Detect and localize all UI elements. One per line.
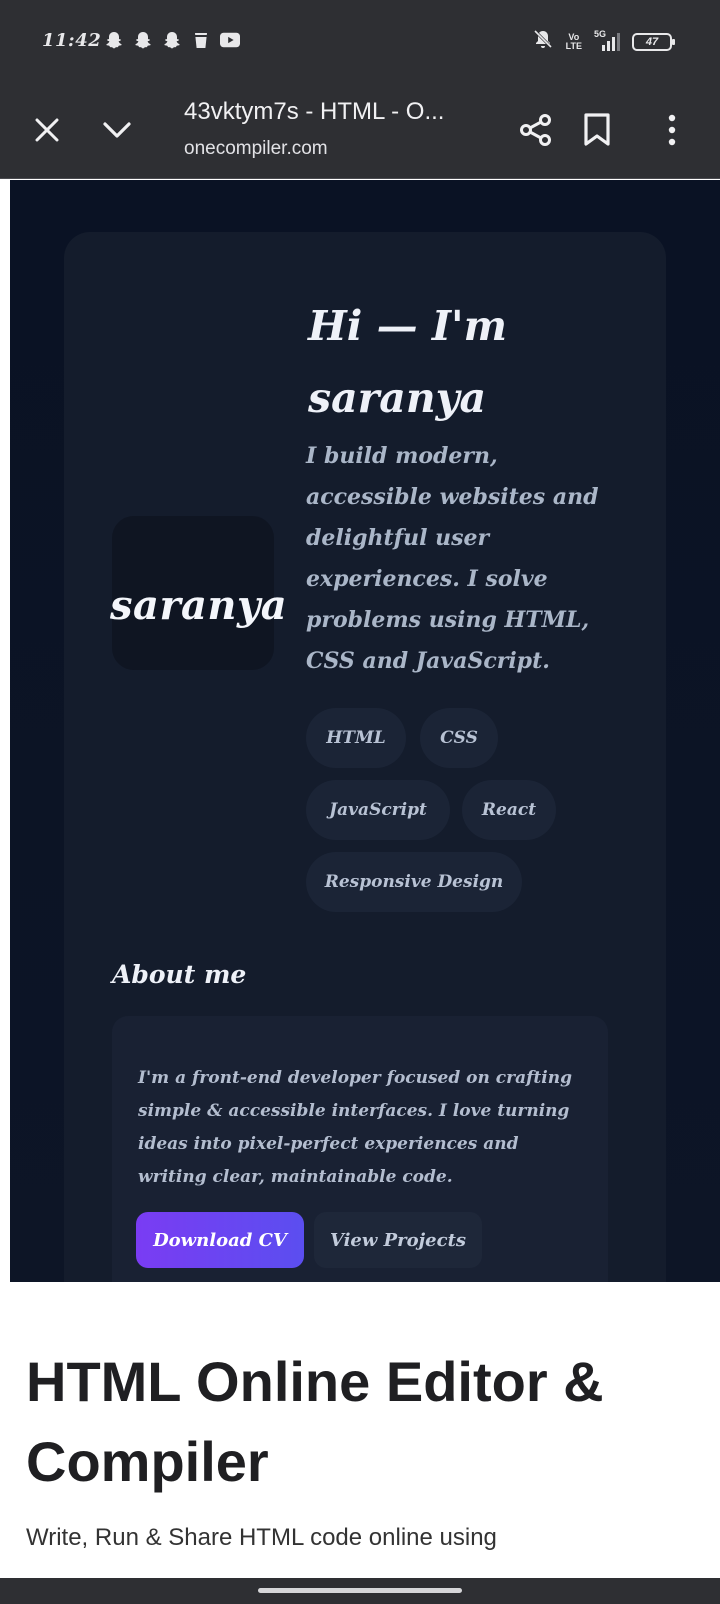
signal-icon: 5G bbox=[594, 29, 620, 53]
share-icon bbox=[520, 114, 551, 146]
youtube-icon bbox=[220, 30, 240, 50]
chevron-down-icon bbox=[103, 122, 131, 138]
tag-css: CSS bbox=[420, 708, 498, 768]
tag-react: React bbox=[462, 780, 556, 840]
snapchat-icon bbox=[133, 30, 153, 50]
about-text: I'm a front-end developer focused on cra… bbox=[138, 1068, 572, 1187]
status-bar: 11:42 Vo LTE 5G 47 bbox=[0, 0, 720, 84]
about-heading: About me bbox=[112, 960, 247, 989]
bell-muted-icon bbox=[532, 28, 554, 55]
volte-indicator: Vo LTE bbox=[565, 31, 582, 51]
share-button[interactable] bbox=[508, 102, 564, 158]
page-heading: HTML Online Editor & Compiler bbox=[26, 1350, 604, 1493]
tag-javascript: JavaScript bbox=[306, 780, 450, 840]
bookmark-button[interactable] bbox=[569, 102, 625, 158]
snapchat-icon bbox=[162, 30, 182, 50]
home-indicator[interactable] bbox=[258, 1588, 462, 1593]
page-paragraph: Write, Run & Share HTML code online usin… bbox=[26, 1524, 497, 1551]
tag-html: HTML bbox=[306, 708, 406, 768]
view-projects-button[interactable]: View Projects bbox=[314, 1212, 482, 1268]
hero-title: Hi — I'm saranya bbox=[308, 302, 507, 422]
browser-toolbar: 43vktym7s - HTML - O... onecompiler.com bbox=[0, 84, 720, 179]
hero-subtitle: I build modern, accessible websites and … bbox=[306, 443, 599, 674]
avatar-name: saranya bbox=[110, 582, 288, 629]
close-tab-button[interactable] bbox=[19, 102, 75, 158]
download-cv-button[interactable]: Download CV bbox=[136, 1212, 304, 1268]
cup-icon bbox=[191, 30, 211, 50]
html-preview[interactable]: saranya Hi — I'm saranya I build modern,… bbox=[10, 180, 720, 1282]
page-content: HTML Online Editor & Compiler Write, Run… bbox=[0, 1282, 720, 1604]
system-icons: Vo LTE 5G 47 bbox=[532, 28, 675, 55]
page-title: 43vktym7s - HTML - O... bbox=[184, 98, 445, 125]
more-vertical-icon bbox=[668, 114, 676, 146]
battery-indicator: 47 bbox=[632, 32, 675, 51]
tag-responsive-design: Responsive Design bbox=[306, 852, 522, 912]
more-options-button[interactable] bbox=[644, 102, 700, 158]
collapse-button[interactable] bbox=[89, 102, 145, 158]
battery-level: 47 bbox=[645, 35, 659, 48]
about-section: I'm a front-end developer focused on cra… bbox=[112, 1016, 608, 1282]
status-time: 11:42 bbox=[42, 30, 102, 51]
close-icon bbox=[35, 118, 59, 142]
snapchat-icon bbox=[104, 30, 124, 50]
page-url[interactable]: onecompiler.com bbox=[184, 138, 328, 160]
notification-icons bbox=[104, 30, 240, 50]
gesture-nav-bar bbox=[0, 1578, 720, 1604]
bookmark-icon bbox=[584, 113, 610, 146]
